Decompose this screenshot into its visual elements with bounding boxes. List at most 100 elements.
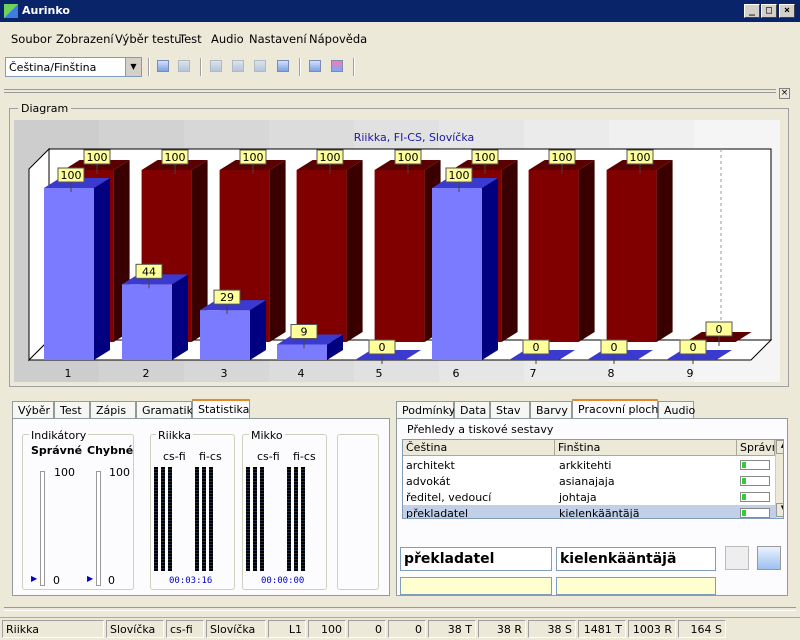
chart-title: Riikka, FI-CS, Slovíčka <box>354 131 475 144</box>
red-data-label-text: 100 <box>552 151 573 164</box>
tab-left-0[interactable]: Výběr <box>12 401 54 419</box>
scroll-up-icon[interactable]: ▲ <box>776 440 783 454</box>
menu-zobrazeni[interactable]: Zobrazení <box>56 32 114 46</box>
menu-soubor[interactable]: Soubor <box>11 32 52 46</box>
row-cs: architekt <box>406 459 455 472</box>
row-cs: ředitel, vedoucí <box>406 491 492 504</box>
x-tick-label: 6 <box>453 367 460 380</box>
tab-right-4[interactable]: Pracovní plocha <box>572 399 665 420</box>
status-cell: 100 <box>308 620 346 638</box>
blue-bar-side <box>172 274 188 360</box>
level-meter <box>260 467 264 571</box>
scroll-down-icon[interactable]: ▼ <box>776 503 783 517</box>
toolbar-doc-icon[interactable] <box>210 60 222 72</box>
level-meter <box>161 467 165 571</box>
list-scrollbar[interactable]: ▲ ▼ <box>775 440 783 518</box>
red-bar <box>528 170 579 342</box>
row-correct-bar <box>740 492 770 502</box>
tab-left-3[interactable]: Gramatika <box>136 401 200 419</box>
empty-group <box>337 434 379 590</box>
toolbar-grid-icon[interactable] <box>309 60 321 72</box>
chybne-min: 0 <box>108 574 115 587</box>
x-tick-label: 1 <box>65 367 72 380</box>
toolbar-separator <box>299 58 301 76</box>
chybne-label: Chybné <box>87 444 134 457</box>
riikka-csfi-label: cs-fi <box>163 450 186 463</box>
minimize-button[interactable]: _ <box>744 4 760 18</box>
level-meter <box>202 467 206 571</box>
tab-right-3[interactable]: Barvy <box>530 401 572 419</box>
current-fi-word[interactable]: kielenkääntäjä <box>556 547 716 571</box>
col-header-spravne[interactable]: Správně <box>737 440 775 456</box>
toolbar-list-icon[interactable] <box>254 60 266 72</box>
x-tick-label: 3 <box>221 367 228 380</box>
col-header-finstina[interactable]: Finština <box>555 440 737 456</box>
toolbar-check-icon[interactable] <box>232 60 244 72</box>
blue-bar <box>122 284 172 360</box>
chevron-down-icon[interactable]: ▼ <box>125 58 141 76</box>
toolbar-prev-icon[interactable] <box>157 60 169 72</box>
menu-vyber-testu[interactable]: Výběr testu <box>115 32 182 46</box>
red-bar <box>374 170 425 342</box>
x-tick-label: 5 <box>376 367 383 380</box>
panel-splitter[interactable] <box>4 89 776 93</box>
close-button[interactable]: × <box>779 4 795 18</box>
blue-data-label-text: 44 <box>142 265 156 278</box>
prehledy-list[interactable]: Čeština Finština Správně architekt arkkit… <box>402 439 784 519</box>
save-icon[interactable] <box>725 546 749 570</box>
toolbar-next-icon[interactable] <box>178 60 190 72</box>
table-row[interactable]: advokát asianajaja <box>403 473 775 489</box>
tab-right-5[interactable]: Audio <box>658 401 695 419</box>
status-cell: 38 T <box>428 620 476 638</box>
blue-bar-side <box>482 178 498 360</box>
close-panel-icon[interactable]: × <box>779 88 790 99</box>
tab-right-0[interactable]: Podmínky <box>396 401 455 419</box>
maximize-button[interactable]: □ <box>761 4 777 18</box>
blue-data-label-text: 29 <box>220 291 234 304</box>
red-data-label-text: 100 <box>243 151 264 164</box>
spravne-slider[interactable] <box>40 471 45 586</box>
bar-chart: Riikka, FI-CS, Slovíčka100 100 100 100 100 10… <box>14 120 780 382</box>
level-meter <box>195 467 199 571</box>
red-bar-side <box>269 160 286 342</box>
fi-answer-input[interactable] <box>556 577 716 595</box>
x-tick-label: 9 <box>687 367 694 380</box>
menu-napoveda[interactable]: Nápověda <box>309 32 367 46</box>
menu-nastaveni[interactable]: Nastavení <box>249 32 307 46</box>
spravne-min: 0 <box>53 574 60 587</box>
table-row[interactable]: architekt arkkitehti <box>403 457 775 473</box>
red-bar-side <box>346 160 363 342</box>
tab-left-4[interactable]: Statistika <box>192 399 250 420</box>
current-cs-word[interactable]: překladatel <box>400 547 552 571</box>
menu-audio[interactable]: Audio <box>211 32 244 46</box>
cs-answer-input[interactable] <box>400 577 552 595</box>
tab-left-1[interactable]: Test <box>54 401 90 419</box>
bottom-splitter[interactable] <box>4 607 796 611</box>
new-document-icon[interactable] <box>757 546 781 570</box>
tab-right-1[interactable]: Data <box>454 401 490 419</box>
tab-left-2[interactable]: Zápis <box>90 401 136 419</box>
status-cell: Slovíčka <box>206 620 266 638</box>
red-data-label-text: 0 <box>716 323 723 336</box>
col-header-cestina[interactable]: Čeština <box>403 440 555 456</box>
toolbar-color-icon[interactable] <box>331 60 343 72</box>
language-combo[interactable]: Čeština/Finština ▼ <box>5 57 142 77</box>
x-tick-label: 8 <box>608 367 615 380</box>
red-bar-side <box>656 160 673 342</box>
toolbar-play-icon[interactable] <box>277 60 289 72</box>
table-row[interactable]: překladatel kielenkääntäjä <box>403 505 775 518</box>
status-cell: Slovíčka <box>106 620 164 638</box>
mikko-timer: 00:00:00 <box>261 576 305 586</box>
tab-right-2[interactable]: Stav <box>490 401 530 419</box>
menu-test[interactable]: Test <box>179 32 202 46</box>
diagram-label: Diagram <box>18 102 72 115</box>
chybne-slider[interactable] <box>96 471 101 586</box>
mikko-label: Mikko <box>249 429 285 442</box>
diagram-chart: Riikka, FI-CS, Slovíčka 100 100 100 100 100 10… <box>14 120 784 382</box>
red-data-label-text: 100 <box>398 151 419 164</box>
riikka-fics-label: fi-cs <box>199 450 222 463</box>
chybne-pointer-icon: ▶ <box>87 574 94 583</box>
table-row[interactable]: ředitel, vedoucí johtaja <box>403 489 775 505</box>
indikatory-group <box>22 434 134 590</box>
blue-data-label-text: 0 <box>690 341 697 354</box>
